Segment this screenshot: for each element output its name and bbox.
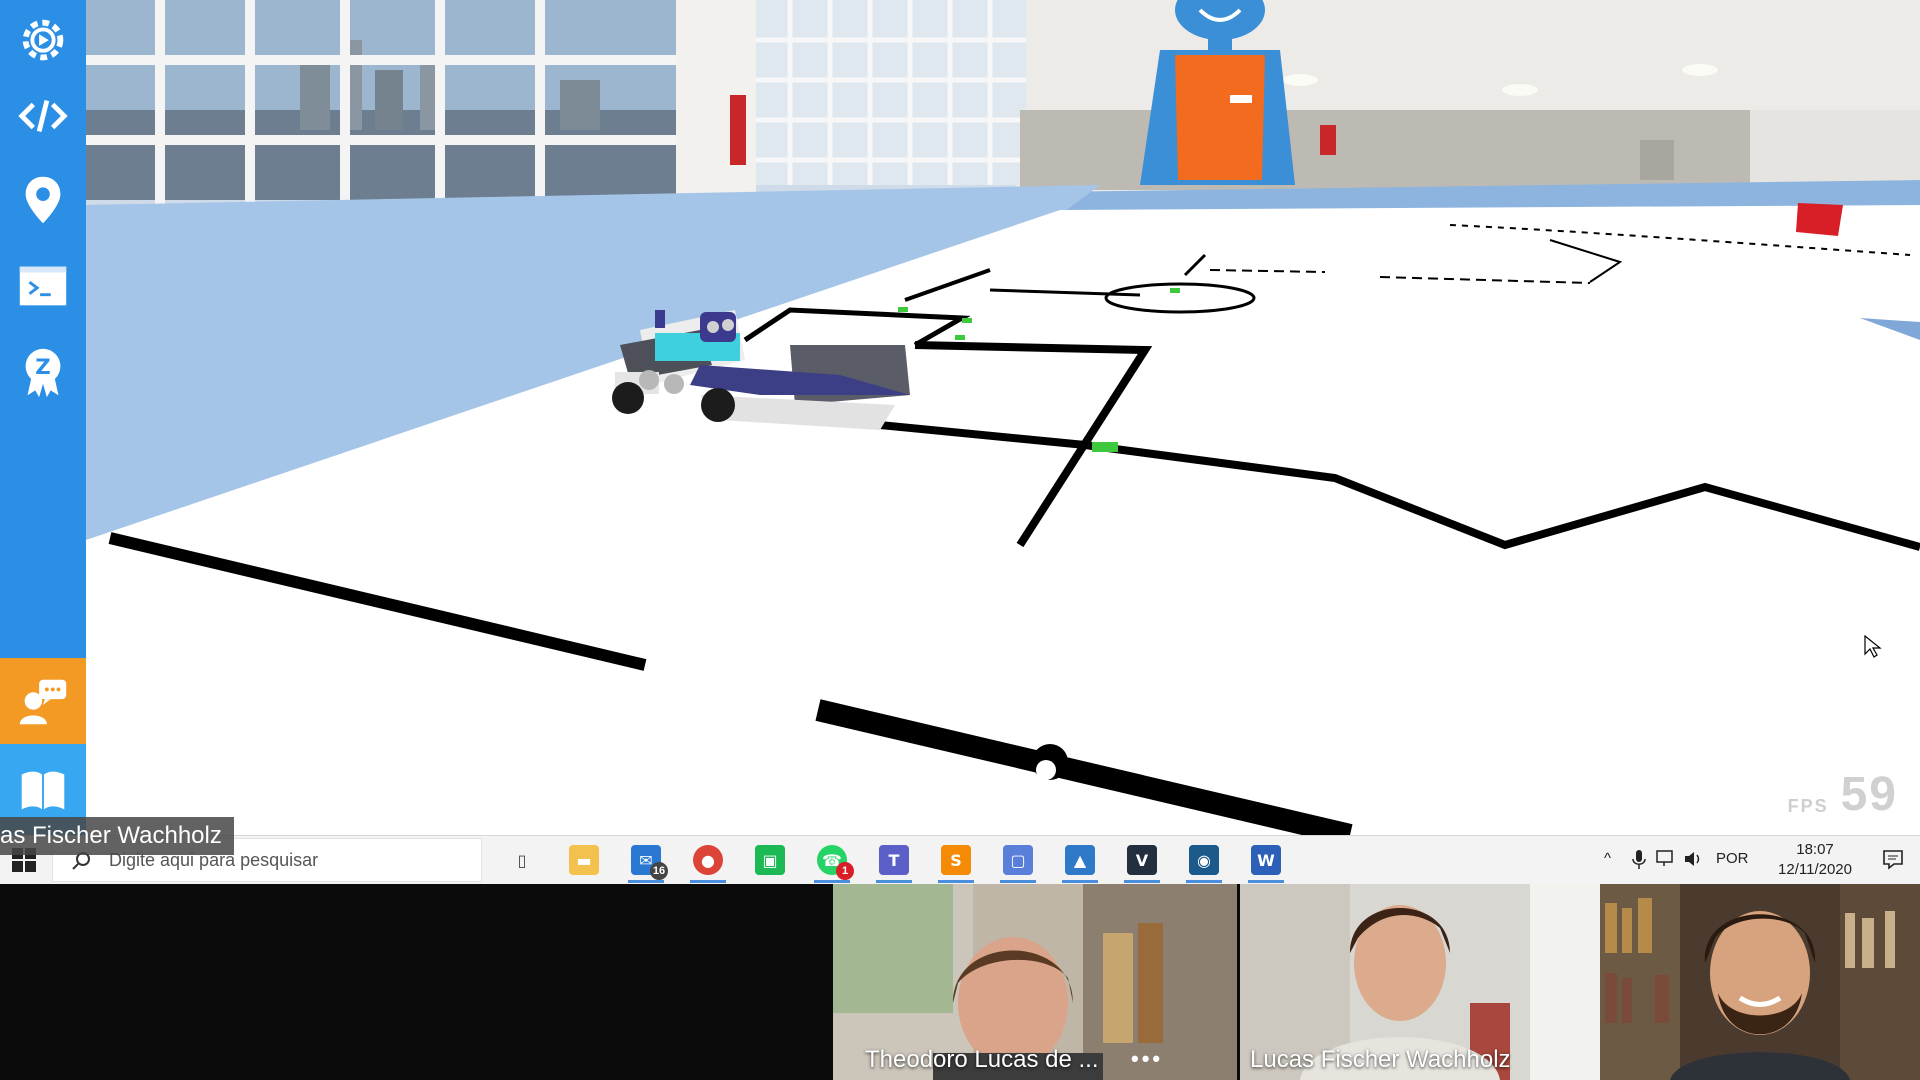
teams-icon: T (879, 845, 909, 875)
network-icon[interactable] (1656, 850, 1676, 872)
system-tray: ^ POR 18:07 12/11/2020 (1590, 836, 1920, 884)
participant-tile-3[interactable] (1600, 883, 1920, 1080)
green-app-icon: ▣ (755, 845, 785, 875)
location-pin-icon (25, 176, 61, 224)
tool-sidebar: Z (0, 0, 86, 836)
settings-button[interactable] (0, 0, 86, 84)
photos-icon: ▲ (1065, 845, 1095, 875)
vs-button[interactable]: V (1116, 840, 1168, 883)
green-app-button[interactable]: ▣ (744, 840, 796, 880)
sublime-button[interactable]: S (930, 840, 982, 883)
chrome-button[interactable]: ● (682, 840, 734, 883)
sublime-icon: S (941, 845, 971, 875)
word-button[interactable]: W (1240, 840, 1292, 883)
terminal-button[interactable] (0, 244, 86, 328)
svg-text:Z: Z (35, 355, 50, 380)
windows-taskbar: Digite aqui para pesquisar ▯ ▬ ✉ 16 ● ▣ … (0, 835, 1920, 884)
badge-z-icon: Z (25, 348, 61, 398)
chat-support-button[interactable] (0, 658, 86, 744)
file-explorer-button[interactable]: ▬ (558, 840, 610, 880)
video-call-strip: Theodoro Lucas de ... ••• Lucas Fischer … (0, 883, 1920, 1080)
participant-name-1: Theodoro Lucas de ... (865, 1046, 1099, 1073)
task-view-button[interactable]: ▯ (496, 840, 548, 880)
location-button[interactable] (0, 158, 86, 242)
volume-icon[interactable] (1684, 850, 1704, 872)
simulator-viewport[interactable]: FPS 59 (0, 0, 1920, 835)
participant-name-2: Lucas Fischer Wachholz (1250, 1046, 1511, 1073)
robot-app-icon: ◉ (1189, 845, 1219, 875)
chrome-icon: ● (693, 845, 723, 875)
gear-icon (22, 19, 64, 61)
notification-icon[interactable] (1882, 848, 1904, 875)
fps-counter: FPS 59 (1787, 768, 1898, 821)
folder-icon: ▬ (569, 845, 599, 875)
whatsapp-badge: 1 (836, 862, 854, 880)
screen: FPS 59 Z cas Fischer Wachholz Digite aqu… (0, 0, 1920, 1080)
book-icon (21, 771, 65, 810)
participant-tile-2[interactable]: Lucas Fischer Wachholz (1240, 883, 1600, 1080)
task-view-icon: ▯ (517, 850, 527, 870)
presenter-name-label: cas Fischer Wachholz (0, 817, 234, 855)
fps-value: 59 (1840, 768, 1898, 821)
mail-badge: 16 (650, 862, 668, 880)
mail-button[interactable]: ✉ 16 (620, 840, 672, 883)
vs-icon: V (1127, 845, 1157, 875)
code-icon (18, 99, 68, 133)
whatsapp-button[interactable]: ☎ 1 (806, 840, 858, 883)
participant-video-3 (1600, 883, 1920, 1080)
clock[interactable]: 18:07 12/11/2020 (1778, 840, 1852, 880)
terminal-icon (19, 266, 67, 306)
achievements-button[interactable]: Z (0, 330, 86, 414)
screen-capture-icon: ▢ (1003, 845, 1033, 875)
clock-date: 12/11/2020 (1778, 861, 1852, 878)
participant-tile-1[interactable]: Theodoro Lucas de ... ••• (833, 883, 1237, 1080)
language-indicator[interactable]: POR (1716, 850, 1749, 867)
microphone-icon[interactable] (1632, 850, 1646, 874)
code-button[interactable] (0, 74, 86, 158)
3d-scene[interactable] (0, 0, 1920, 835)
teams-button[interactable]: T (868, 840, 920, 883)
fps-label: FPS (1787, 796, 1829, 816)
photos-button[interactable]: ▲ (1054, 840, 1106, 883)
more-options-icon[interactable]: ••• (1131, 1046, 1163, 1072)
clock-time: 18:07 (1796, 841, 1834, 858)
chat-support-icon (19, 679, 67, 725)
mouse-cursor (1864, 634, 1882, 664)
robot-app-button[interactable]: ◉ (1178, 840, 1230, 883)
chevron-up-icon[interactable]: ^ (1604, 850, 1611, 867)
screen-capture-button[interactable]: ▢ (992, 840, 1044, 883)
word-icon: W (1251, 845, 1281, 875)
